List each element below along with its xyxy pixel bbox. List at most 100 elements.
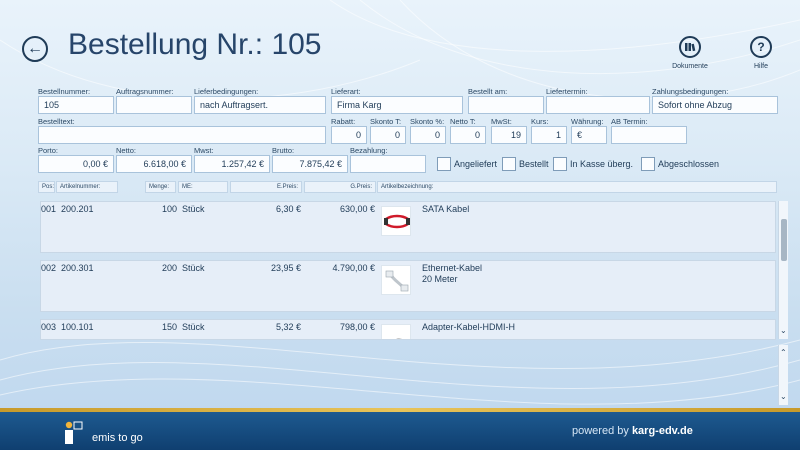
arrow-left-icon: ←	[27, 40, 43, 57]
abgeschlossen-checkbox[interactable]	[641, 157, 655, 171]
skonto-t-label: Skonto T:	[370, 117, 402, 126]
skonto-pct-label: Skonto %:	[410, 117, 445, 126]
description-line-1: SATA Kabel	[422, 204, 470, 214]
gpreis-cell: 798,00 €	[339, 322, 375, 332]
netto-label: Netto:	[116, 146, 137, 155]
description-cell: SATA Kabel	[422, 204, 469, 215]
epreis-cell: 5,32 €	[275, 322, 301, 332]
pos-cell: 002	[41, 263, 57, 273]
ab-termin-label: AB Termin:	[611, 117, 648, 126]
epreis-cell: 23,95 €	[270, 263, 301, 273]
menge-cell: 200	[161, 263, 177, 273]
page-title: Bestellung Nr.: 105	[68, 28, 322, 61]
column-header-me: ME:	[178, 181, 228, 193]
documents-button[interactable]: Dokumente	[660, 36, 720, 70]
sata-cable-thumbnail	[381, 206, 411, 236]
in-kasse-label: In Kasse überg.	[570, 159, 634, 169]
table-row[interactable]: 001 200.201 100 Stück 6,30 € 630,00 € SA…	[40, 201, 776, 253]
description-line-1: Ethernet-Kabel	[422, 263, 483, 273]
netto-field[interactable]: 6.618,00 €	[116, 155, 192, 173]
description-line-1: Adapter-Kabel-HDMI-H	[422, 322, 516, 332]
description-cell: Ethernet-Kabel 20 Meter	[422, 263, 482, 285]
kurs-field[interactable]: 1	[531, 126, 567, 144]
zahlungsbedingungen-field[interactable]: Sofort ohne Abzug	[652, 96, 778, 114]
lieferart-label: Lieferart:	[331, 87, 361, 96]
bezahlung-field[interactable]	[350, 155, 426, 173]
lieferbedingungen-field[interactable]: nach Auftragsert.	[194, 96, 326, 114]
brutto-label: Brutto:	[272, 146, 295, 155]
kurs-label: Kurs:	[531, 117, 549, 126]
liefertermin-field[interactable]	[546, 96, 650, 114]
artikelnummer-cell: 200.201	[61, 204, 94, 214]
help-button[interactable]: ? Hilfe	[731, 36, 791, 70]
waehrung-field[interactable]: €	[571, 126, 607, 144]
liefertermin-label: Liefertermin:	[546, 87, 588, 96]
netto-t-label: Netto T:	[450, 117, 476, 126]
angeliefert-label: Angeliefert	[454, 159, 498, 169]
auftragsnummer-label: Auftragsnummer:	[116, 87, 174, 96]
column-header-artikelnummer: Artikelnummer:	[56, 181, 118, 193]
pos-cell: 001	[41, 204, 57, 214]
books-icon	[679, 36, 701, 58]
bestellnummer-label: Bestellnummer:	[38, 87, 91, 96]
powered-prefix: powered by	[572, 425, 632, 437]
page-scrollbar[interactable]: ⌃ ⌄	[778, 345, 788, 405]
me-cell: Stück	[182, 263, 205, 273]
ethernet-cable-thumbnail	[381, 265, 411, 295]
bestellt-checkbox[interactable]	[502, 157, 516, 171]
emis-logo-icon	[65, 421, 83, 444]
auftragsnummer-field[interactable]	[116, 96, 192, 114]
chevron-up-icon[interactable]: ⌃	[780, 349, 787, 357]
hdmi-cable-thumbnail	[381, 324, 411, 339]
brand-name: emis to go	[92, 432, 143, 444]
back-button[interactable]: ←	[22, 36, 48, 62]
menge-cell: 100	[161, 204, 177, 214]
bestelltext-label: Bestelltext:	[38, 117, 75, 126]
items-scrollbar-thumb[interactable]	[781, 219, 787, 261]
documents-label: Dokumente	[672, 63, 708, 70]
me-cell: Stück	[182, 322, 205, 332]
column-header-artikelbezeichnung: Artikelbezeichnung:	[377, 181, 777, 193]
column-header-pos: Pos:	[38, 181, 55, 193]
mwst-pct-label: MwSt:	[491, 117, 512, 126]
lieferbedingungen-label: Lieferbedingungen:	[194, 87, 259, 96]
porto-field[interactable]: 0,00 €	[38, 155, 114, 173]
bestellt-label: Bestellt	[519, 159, 549, 169]
brutto-field[interactable]: 7.875,42 €	[272, 155, 348, 173]
netto-t-field[interactable]: 0	[450, 126, 486, 144]
me-cell: Stück	[182, 204, 205, 214]
mwst-pct-field[interactable]: 19	[491, 126, 527, 144]
bestellnummer-field[interactable]: 105	[38, 96, 114, 114]
pos-cell: 003	[41, 322, 57, 332]
table-row[interactable]: 003 100.101 150 Stück 5,32 € 798,00 € Ad…	[40, 319, 776, 340]
mwst-field[interactable]: 1.257,42 €	[194, 155, 270, 173]
abgeschlossen-label: Abgeschlossen	[658, 159, 720, 169]
description-line-2: 20 Meter	[422, 274, 458, 284]
table-row[interactable]: 002 200.301 200 Stück 23,95 € 4.790,00 €…	[40, 260, 776, 312]
bestellt-am-field[interactable]	[468, 96, 544, 114]
powered-by: powered by karg-edv.de	[572, 425, 693, 437]
gpreis-cell: 4.790,00 €	[332, 263, 375, 273]
angeliefert-checkbox[interactable]	[437, 157, 451, 171]
chevron-down-icon[interactable]: ⌄	[780, 327, 787, 335]
items-scrollbar[interactable]: ⌄	[778, 201, 788, 339]
in-kasse-checkbox[interactable]	[553, 157, 567, 171]
menge-cell: 150	[161, 322, 177, 332]
powered-brand: karg-edv.de	[631, 425, 693, 437]
rabatt-field[interactable]: 0	[331, 126, 367, 144]
description-cell: Adapter-Kabel-HDMI-H	[422, 322, 515, 333]
column-header-epreis: E.Preis:	[230, 181, 302, 193]
waehrung-label: Währung:	[571, 117, 604, 126]
ab-termin-field[interactable]	[611, 126, 687, 144]
lieferart-field[interactable]: Firma Karg	[331, 96, 463, 114]
skonto-t-field[interactable]: 0	[370, 126, 406, 144]
chevron-down-icon[interactable]: ⌄	[780, 393, 787, 401]
bezahlung-label: Bezahlung:	[350, 146, 388, 155]
column-header-menge: Menge:	[145, 181, 176, 193]
rabatt-label: Rabatt:	[331, 117, 356, 126]
skonto-pct-field[interactable]: 0	[410, 126, 446, 144]
bestelltext-field[interactable]	[38, 126, 326, 144]
help-label: Hilfe	[753, 63, 768, 70]
porto-label: Porto:	[38, 146, 59, 155]
artikelnummer-cell: 200.301	[61, 263, 94, 273]
